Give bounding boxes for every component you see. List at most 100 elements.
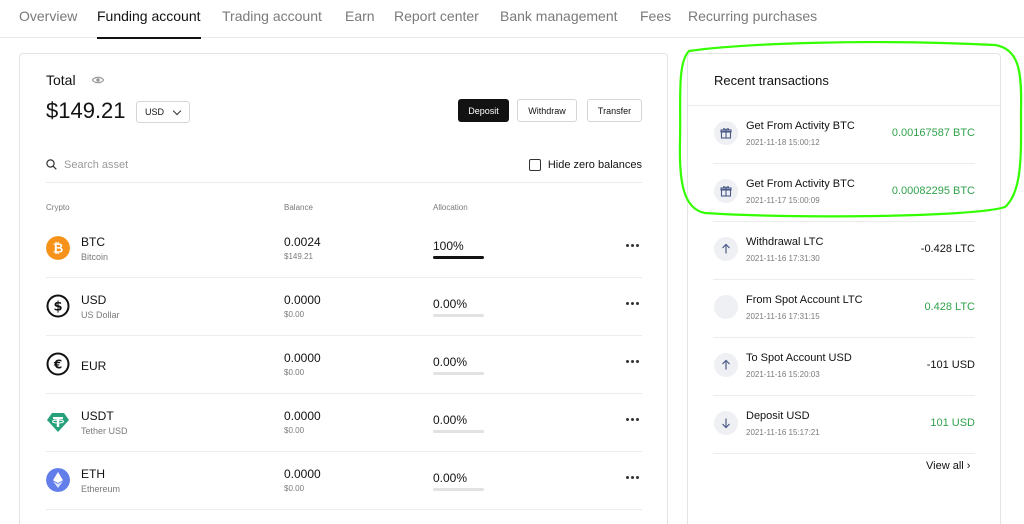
allocation-bar bbox=[433, 430, 484, 433]
coin-balance: 0.0000 bbox=[284, 293, 321, 307]
tab-earn[interactable]: Earn bbox=[345, 8, 375, 38]
ethereum-icon bbox=[46, 468, 70, 492]
tab-report-center[interactable]: Report center bbox=[394, 8, 479, 38]
transaction-item[interactable]: Get From Activity BTC 2021-11-18 15:00:1… bbox=[713, 106, 975, 164]
top-nav: Overview Funding account Trading account… bbox=[0, 0, 1024, 39]
column-header-crypto: Crypto bbox=[46, 203, 70, 212]
coin-balance-usd: $0.00 bbox=[284, 310, 305, 319]
coin-balance-usd: $0.00 bbox=[284, 426, 305, 435]
transaction-item[interactable]: From Spot Account LTC 2021-11-16 17:31:1… bbox=[713, 280, 975, 338]
coin-balance-usd: $149.21 bbox=[284, 252, 313, 261]
transfer-button[interactable]: Transfer bbox=[587, 99, 642, 122]
eye-icon[interactable] bbox=[92, 75, 104, 85]
transaction-date: 2021-11-18 15:00:12 bbox=[746, 138, 820, 147]
more-options-icon[interactable] bbox=[626, 244, 640, 248]
arrow-up-icon bbox=[714, 237, 738, 261]
chevron-down-icon bbox=[172, 106, 182, 116]
transaction-item[interactable]: Get From Activity BTC 2021-11-17 15:00:0… bbox=[713, 164, 975, 222]
more-options-icon[interactable] bbox=[626, 302, 640, 306]
transaction-title: Deposit USD bbox=[746, 410, 810, 422]
hide-zero-label: Hide zero balances bbox=[547, 159, 642, 171]
transaction-date: 2021-11-16 15:17:21 bbox=[746, 428, 820, 437]
coin-balance: 0.0000 bbox=[284, 467, 321, 481]
transaction-item[interactable]: Withdrawal LTC 2021-11-16 17:31:30 -0.42… bbox=[713, 222, 975, 280]
svg-text:€: € bbox=[53, 358, 62, 372]
table-row[interactable]: ₿ BTC Bitcoin 0.0024 $149.21 100% bbox=[46, 220, 642, 278]
deposit-button[interactable]: Deposit bbox=[458, 99, 509, 122]
transaction-title: Withdrawal LTC bbox=[746, 236, 824, 248]
table-row[interactable]: ETH Ethereum 0.0000 $0.00 0.00% bbox=[46, 452, 642, 510]
euro-icon: € bbox=[46, 352, 70, 376]
coin-symbol: BTC bbox=[81, 235, 105, 249]
table-row[interactable]: $ USD US Dollar 0.0000 $0.00 0.00% bbox=[46, 278, 642, 336]
coin-name: Tether USD bbox=[81, 426, 128, 436]
transaction-amount: -101 USD bbox=[926, 359, 975, 371]
coin-symbol: EUR bbox=[81, 359, 107, 373]
transaction-title: Get From Activity BTC bbox=[746, 120, 855, 132]
svg-text:$: $ bbox=[53, 300, 62, 315]
column-header-allocation: Allocation bbox=[433, 203, 468, 212]
search-icon bbox=[46, 159, 57, 170]
table-row[interactable]: € EUR 0.0000 $0.00 0.00% bbox=[46, 336, 642, 394]
svg-text:₿: ₿ bbox=[53, 242, 64, 257]
transaction-amount: 0.428 LTC bbox=[924, 301, 975, 313]
transaction-title: To Spot Account USD bbox=[746, 352, 852, 364]
gift-icon bbox=[714, 121, 738, 145]
search-asset-input[interactable] bbox=[64, 155, 364, 175]
coin-name: Bitcoin bbox=[81, 252, 109, 262]
hide-zero-checkbox[interactable] bbox=[528, 159, 541, 171]
more-options-icon[interactable] bbox=[626, 360, 640, 364]
search-row: Hide zero balances bbox=[46, 153, 642, 183]
allocation-bar bbox=[433, 488, 484, 491]
coin-balance: 0.0024 bbox=[284, 235, 321, 249]
dollar-icon: $ bbox=[46, 294, 70, 318]
transaction-date: 2021-11-17 15:00:09 bbox=[746, 196, 820, 205]
coin-balance-usd: $0.00 bbox=[284, 484, 305, 493]
view-all-link[interactable]: View all › bbox=[926, 460, 970, 472]
tab-bank-management[interactable]: Bank management bbox=[500, 8, 618, 38]
coin-symbol: USD bbox=[81, 293, 107, 307]
tab-overview[interactable]: Overview bbox=[19, 8, 77, 38]
allocation-bar bbox=[433, 372, 484, 375]
coin-balance: 0.0000 bbox=[284, 351, 321, 365]
allocation-bar bbox=[433, 314, 484, 317]
bitcoin-icon: ₿ bbox=[46, 236, 70, 260]
currency-select-value: USD bbox=[145, 107, 165, 117]
coin-symbol: ETH bbox=[81, 467, 105, 481]
coin-allocation: 0.00% bbox=[433, 471, 468, 485]
tab-funding-account[interactable]: Funding account bbox=[97, 8, 201, 39]
tab-trading-account[interactable]: Trading account bbox=[222, 8, 322, 38]
hide-zero-balances-toggle[interactable]: Hide zero balances bbox=[528, 159, 642, 171]
transaction-amount: 0.00167587 BTC bbox=[891, 127, 975, 139]
gift-icon bbox=[714, 179, 738, 203]
transaction-item[interactable]: To Spot Account USD 2021-11-16 15:20:03 … bbox=[713, 338, 975, 396]
coin-name: Ethereum bbox=[81, 484, 121, 494]
total-label: Total bbox=[46, 72, 76, 88]
coin-allocation: 100% bbox=[433, 239, 464, 253]
more-options-icon[interactable] bbox=[626, 476, 640, 480]
funding-balance-card: Total $149.21 USD Deposit Withdraw Trans… bbox=[19, 53, 668, 524]
table-row[interactable]: USDT Tether USD 0.0000 $0.00 0.00% bbox=[46, 394, 642, 452]
transaction-date: 2021-11-16 17:31:30 bbox=[746, 254, 820, 263]
withdraw-button[interactable]: Withdraw bbox=[517, 99, 577, 122]
coin-balance-usd: $0.00 bbox=[284, 368, 305, 377]
arrow-up-icon bbox=[714, 353, 738, 377]
coin-balance: 0.0000 bbox=[284, 409, 321, 423]
currency-select[interactable]: USD bbox=[136, 101, 190, 123]
coin-allocation: 0.00% bbox=[433, 297, 468, 311]
transaction-item[interactable]: Deposit USD 2021-11-16 15:17:21 101 USD bbox=[713, 396, 975, 454]
coin-name: US Dollar bbox=[81, 310, 120, 320]
transaction-title: Get From Activity BTC bbox=[746, 178, 855, 190]
allocation-bar bbox=[433, 256, 484, 259]
tab-recurring-purchases[interactable]: Recurring purchases bbox=[688, 8, 817, 38]
tether-icon bbox=[47, 413, 69, 432]
coin-allocation: 0.00% bbox=[433, 355, 468, 369]
tab-fees[interactable]: Fees bbox=[640, 8, 671, 38]
transaction-amount: 0.00082295 BTC bbox=[891, 185, 975, 197]
transaction-amount: -0.428 LTC bbox=[920, 243, 975, 255]
transaction-amount: 101 USD bbox=[930, 417, 975, 429]
coin-allocation: 0.00% bbox=[433, 413, 468, 427]
coin-symbol: USDT bbox=[81, 409, 114, 423]
recent-transactions-title: Recent transactions bbox=[714, 73, 829, 88]
more-options-icon[interactable] bbox=[626, 418, 640, 422]
